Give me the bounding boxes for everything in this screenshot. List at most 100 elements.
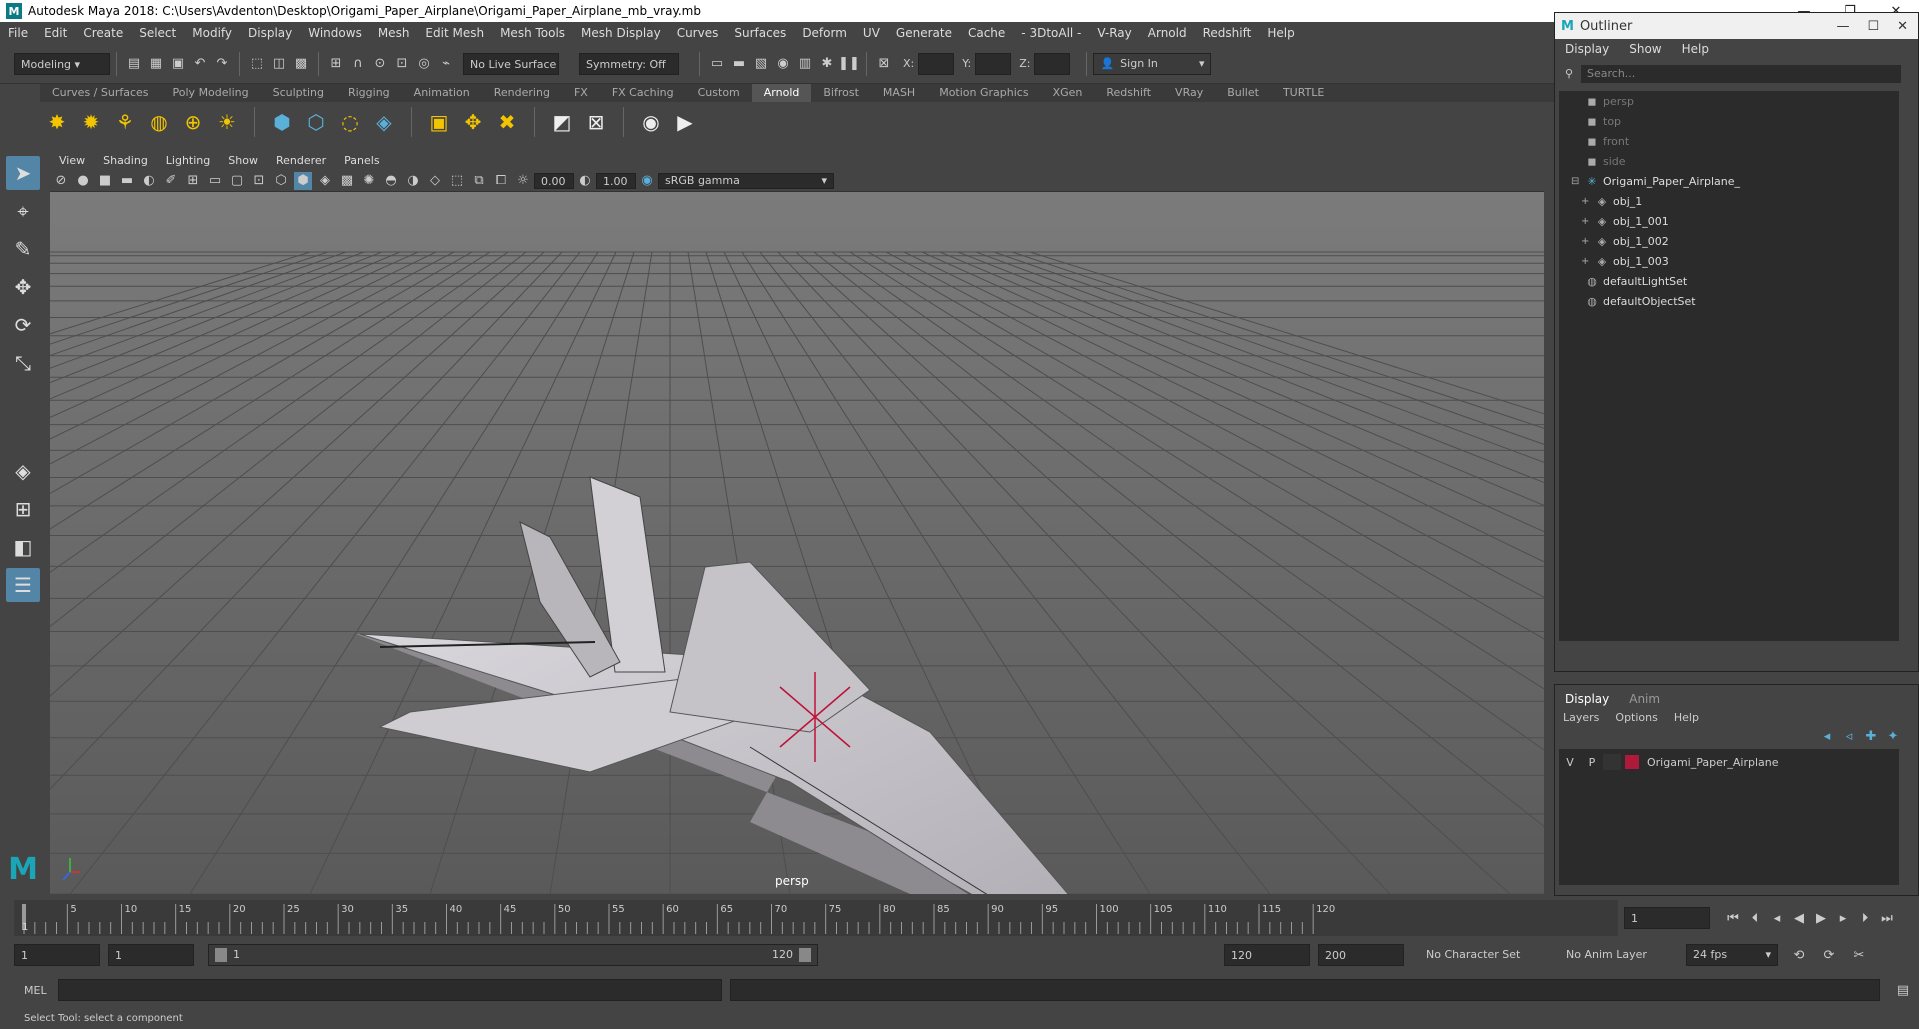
filter-icon[interactable]: ⚲ [1565,67,1573,80]
shelf-tab[interactable]: Bifrost [811,84,871,102]
layer-tab[interactable]: Display [1555,689,1619,709]
area-light-icon[interactable]: ✸ [43,108,71,136]
safe-action-icon[interactable]: ⊡ [250,172,268,190]
time-slider[interactable]: 5 10 15 20 25 30 35 40 45 50 55 60 65 70 75 80 85 90 95 100… [14,900,1618,936]
outliner-menu-item[interactable]: Display [1555,39,1619,59]
viewport-menu-item[interactable]: Panels [335,152,388,170]
photometric-light-icon[interactable]: ⚘ [111,108,139,136]
expand-icon[interactable]: + [1581,196,1593,207]
range-start-handle[interactable] [215,948,227,962]
move-tool-icon[interactable]: ✥ [6,270,40,304]
camera-attributes-icon[interactable]: ● [74,172,92,190]
shelf-tab[interactable]: MASH [871,84,927,102]
sign-in-button[interactable]: 👤 Sign In ▾ [1093,52,1212,75]
arnold-render-icon[interactable]: ✱ [818,55,836,73]
range-bar[interactable]: 1 120 [208,944,818,966]
shelf-tab[interactable]: FX [562,84,600,102]
loop-icon[interactable]: ⟲ [1790,946,1808,964]
snap-grid-icon[interactable]: ⊞ [327,55,345,73]
play-forward-icon[interactable]: ▶ [1812,909,1830,927]
menu-item[interactable]: File [0,22,36,44]
live-surface-field[interactable]: No Live Surface [463,52,559,75]
menu-item[interactable]: Surfaces [726,22,794,44]
playback-end-field[interactable]: 120 [1224,944,1310,966]
viewport-menu-item[interactable]: Renderer [267,152,335,170]
rotate-tool-icon[interactable]: ⟳ [6,308,40,342]
range-end-handle[interactable] [799,948,811,962]
fps-dropdown[interactable]: 24 fps ▾ [1686,944,1778,966]
use-all-lights-icon[interactable]: ✺ [360,172,378,190]
expand-icon[interactable]: + [1581,256,1593,267]
mesh-light-icon[interactable]: ✹ [77,108,105,136]
scale-tool-icon[interactable]: ⤡ [6,346,40,380]
new-layer-icon[interactable]: ✚ [1862,727,1880,745]
menu-item[interactable]: Modify [184,22,240,44]
outliner-item[interactable]: + ◈ obj_1 [1559,191,1899,211]
outliner-item[interactable]: + ◈ obj_1_002 [1559,231,1899,251]
perspective-viewport[interactable]: persp [50,192,1544,894]
anim-prefs-icon[interactable]: ✂ [1850,946,1868,964]
viewport-menu-item[interactable]: View [50,152,94,170]
shelf-tab[interactable]: Sculpting [261,84,336,102]
layer-type-toggle[interactable] [1603,754,1621,770]
select-tool-icon[interactable]: ➤ [6,156,40,190]
step-forward-frame-icon[interactable]: ▸ [1834,909,1852,927]
standin-icon[interactable]: ⬢ [268,108,296,136]
grease-pencil-icon[interactable]: ✐ [162,172,180,190]
camera-select-icon[interactable]: ⊘ [52,172,70,190]
wireframe-on-shaded-icon[interactable]: ◈ [316,172,334,190]
undo-icon[interactable]: ↶ [191,55,209,73]
expand-icon[interactable]: + [1581,236,1593,247]
render-play-icon[interactable]: ▶ [671,108,699,136]
auto-key-icon[interactable]: ⟳ [1820,946,1838,964]
shelf-tab[interactable]: Poly Modeling [161,84,261,102]
light-portal-icon[interactable]: ⊕ [179,108,207,136]
menu-item[interactable]: Mesh Display [573,22,669,44]
snap-view-icon[interactable]: ⊡ [393,55,411,73]
outliner-layout-icon[interactable]: ☰ [6,568,40,602]
image-plane-icon[interactable]: ▬ [118,172,136,190]
play-back-icon[interactable]: ◀ [1790,909,1808,927]
volume-icon[interactable]: ◌ [336,108,364,136]
shelf-tab[interactable]: Rigging [336,84,402,102]
z-field[interactable] [1034,52,1071,75]
select-component-icon[interactable]: ▩ [292,55,310,73]
single-perspective-icon[interactable]: ◈ [6,454,40,488]
step-back-key-icon[interactable]: ⏴ [1746,909,1764,927]
layer-playback-toggle[interactable]: P [1581,756,1603,769]
anti-aliasing-icon[interactable]: ◇ [426,172,444,190]
shelf-tab[interactable]: Arnold [751,84,812,102]
move-layer-up-icon[interactable]: ◂ [1818,727,1836,745]
menu-item[interactable]: UV [855,22,888,44]
y-field[interactable] [975,52,1012,75]
render-frame-icon[interactable]: ▬ [730,55,748,73]
outliner-item[interactable]: ◼ top [1559,111,1899,131]
maximize-icon[interactable]: ☐ [1867,19,1879,34]
menu-item[interactable]: Edit [36,22,75,44]
lasso-tool-icon[interactable]: ⌖ [6,194,40,228]
open-scene-icon[interactable]: ▦ [147,55,165,73]
shelf-tab[interactable]: FX Caching [600,84,686,102]
layer-visibility-toggle[interactable]: V [1559,756,1581,769]
minimize-icon[interactable]: — [1836,19,1849,34]
color-space-dropdown[interactable]: sRGB gamma ▾ [658,172,834,189]
shelf-tab[interactable]: Animation [402,84,482,102]
texture-manager-icon[interactable]: ▣ [425,108,453,136]
anim-layer-dropdown[interactable]: No Anim Layer [1560,944,1670,966]
outliner-item[interactable]: ◼ persp [1559,91,1899,111]
ambient-occlusion-icon[interactable]: ◑ [404,172,422,190]
snap-live-icon[interactable]: ⌁ [437,55,455,73]
menu-item[interactable]: Help [1259,22,1302,44]
menu-item[interactable]: Redshift [1195,22,1260,44]
viewport-menu-item[interactable]: Show [219,152,267,170]
outliner-item[interactable]: + ◈ obj_1_001 [1559,211,1899,231]
shelf-tab[interactable]: Curves / Surfaces [40,84,161,102]
select-hierarchy-icon[interactable]: ⬚ [248,55,266,73]
shelf-tab[interactable]: VRay [1163,84,1215,102]
character-set-dropdown[interactable]: No Character Set [1420,944,1544,966]
select-object-icon[interactable]: ◫ [270,55,288,73]
xray-joints-icon[interactable]: ⧠ [492,172,510,190]
menu-item[interactable]: Cache [960,22,1013,44]
smooth-shade-icon[interactable]: ⬢ [294,171,312,190]
menu-item[interactable]: Curves [669,22,727,44]
